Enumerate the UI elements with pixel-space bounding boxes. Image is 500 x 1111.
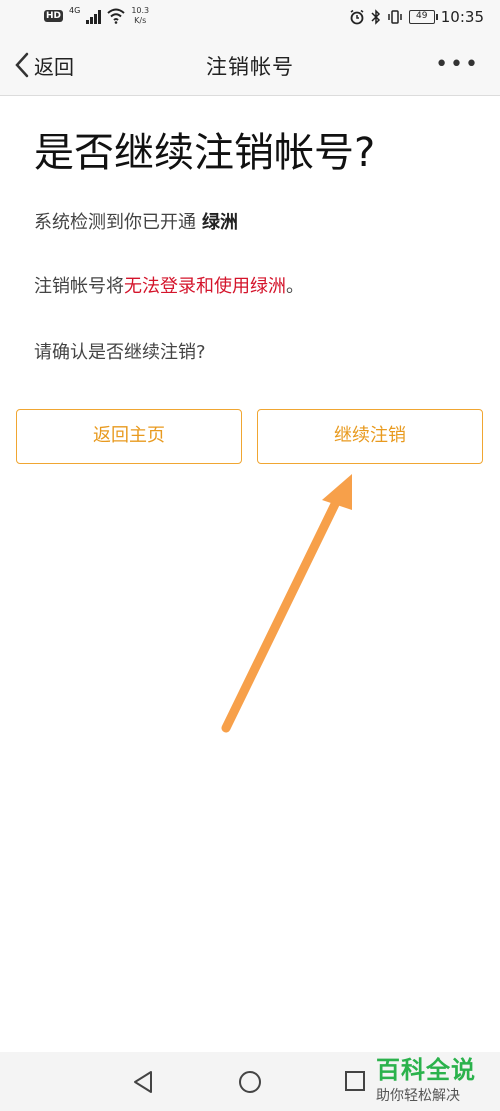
network-speed: 10.3 K/s bbox=[131, 6, 149, 26]
bluetooth-icon bbox=[371, 9, 380, 25]
speed-unit: K/s bbox=[134, 16, 147, 25]
status-left: HD 4G 10.3 K/s bbox=[44, 6, 149, 26]
warning-message: 注销帐号将无法登录和使用绿洲。 bbox=[34, 272, 304, 298]
triangle-back-icon[interactable] bbox=[132, 1070, 154, 1094]
watermark-sub: 助你轻松解决 bbox=[376, 1088, 460, 1104]
nav-bar: 返回 注销帐号 ••• bbox=[0, 34, 500, 96]
confirm-message: 请确认是否继续注销? bbox=[34, 342, 206, 363]
wifi-icon bbox=[107, 8, 125, 24]
warning-suffix: 。 bbox=[286, 276, 304, 297]
arrow-head bbox=[322, 474, 352, 510]
continue-cancel-account-button[interactable]: 继续注销 bbox=[257, 409, 483, 464]
detect-text: 系统检测到你已开通 bbox=[34, 212, 196, 233]
detect-app-name: 绿洲 bbox=[202, 212, 238, 233]
hd-badge: HD bbox=[44, 10, 64, 22]
alarm-icon bbox=[350, 9, 364, 25]
square-recent-icon[interactable] bbox=[344, 1070, 366, 1092]
warning-highlight: 无法登录和使用绿洲 bbox=[124, 276, 286, 297]
warning-prefix: 注销帐号将 bbox=[34, 276, 124, 297]
return-home-button[interactable]: 返回主页 bbox=[16, 409, 242, 464]
clock: 10:35 bbox=[440, 8, 484, 26]
circle-home-icon[interactable] bbox=[238, 1070, 262, 1094]
network-type: 4G bbox=[69, 6, 81, 15]
page-title: 注销帐号 bbox=[206, 55, 294, 79]
signal-icon bbox=[86, 10, 102, 24]
watermark-logo: 百科全说 助你轻松解决 bbox=[376, 1050, 496, 1105]
vibrate-icon bbox=[388, 10, 402, 24]
detect-message: 系统检测到你已开通 绿洲 bbox=[34, 208, 238, 234]
watermark-main: 百科全说 bbox=[376, 1056, 476, 1084]
page-heading: 是否继续注销帐号? bbox=[34, 130, 376, 176]
arrow-shaft bbox=[221, 493, 343, 733]
status-bar: HD 4G 10.3 K/s 49 10:35 bbox=[0, 0, 500, 34]
more-menu-button[interactable]: ••• bbox=[435, 52, 480, 77]
status-right: 49 10:35 bbox=[349, 8, 484, 26]
speed-value: 10.3 bbox=[131, 6, 150, 15]
battery-icon: 49 bbox=[408, 10, 438, 24]
